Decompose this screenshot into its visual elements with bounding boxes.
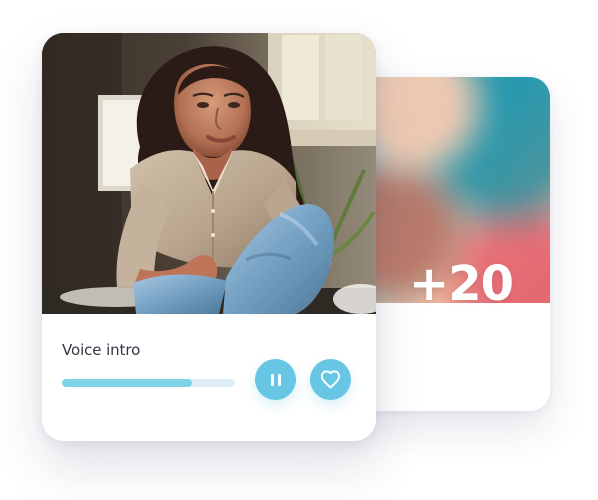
profile-photo xyxy=(42,33,376,314)
pause-icon xyxy=(270,373,281,386)
like-button[interactable] xyxy=(310,359,351,400)
profile-card-stack: +20 Voice intro xyxy=(0,0,598,500)
heart-icon xyxy=(320,370,341,389)
current-profile-card[interactable]: Voice intro xyxy=(42,33,376,441)
next-profile-card[interactable]: +20 xyxy=(348,77,550,411)
voice-progress-track[interactable] xyxy=(62,379,235,387)
next-profile-card-footer xyxy=(348,303,550,411)
pause-button[interactable] xyxy=(255,359,296,400)
voice-intro-label: Voice intro xyxy=(62,341,141,359)
voice-progress-fill xyxy=(62,379,192,387)
remaining-profiles-count: +20 xyxy=(408,256,514,312)
voice-intro-panel: Voice intro xyxy=(42,314,376,441)
